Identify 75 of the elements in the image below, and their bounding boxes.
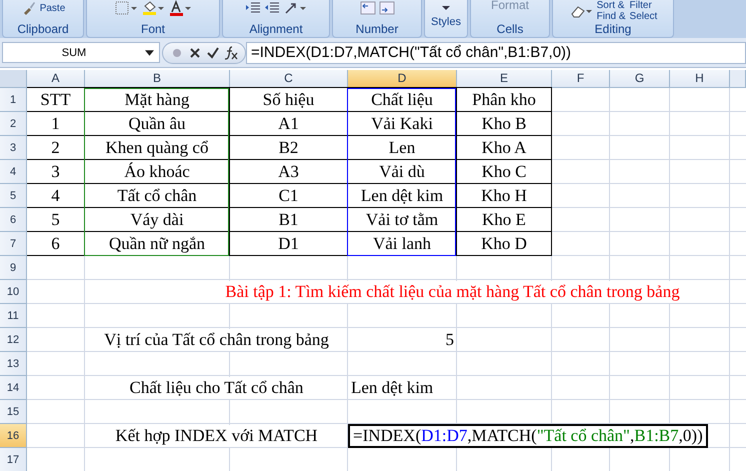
formula-input[interactable]: =INDEX(D1:D7,MATCH("Tất cổ chân",B1:B7,0)) xyxy=(246,42,746,64)
group-label: Number xyxy=(354,22,400,37)
table-cell: Áo khoác xyxy=(85,160,230,184)
caret-icon[interactable] xyxy=(145,50,154,56)
label-cell: Chất liệu cho Tất cổ chân xyxy=(130,377,304,399)
decimal-remove-icon[interactable] xyxy=(378,0,394,16)
row-header[interactable]: 9 xyxy=(0,256,27,280)
column-header[interactable]: F xyxy=(552,70,610,88)
value-cell-text: 5 xyxy=(444,329,455,351)
group-label: Font xyxy=(140,22,166,37)
table-cell: Phân kho xyxy=(457,87,552,112)
table-cell: Kho A xyxy=(457,136,552,160)
column-header[interactable]: H xyxy=(670,70,730,88)
table-cell: Vải tơ tằm xyxy=(348,208,457,232)
row-header[interactable]: 14 xyxy=(0,376,27,400)
table-cell: Kho E xyxy=(457,208,552,232)
column-header[interactable]: B xyxy=(85,70,230,88)
row-header[interactable]: 15 xyxy=(0,400,27,424)
paint-bucket-icon[interactable] xyxy=(141,0,165,16)
table-cell: Kho H xyxy=(457,184,552,208)
table-cell: Kho D xyxy=(457,232,552,256)
borders-icon[interactable] xyxy=(114,0,138,16)
row-header[interactable]: 16 xyxy=(0,424,27,448)
row-header[interactable]: 2 xyxy=(0,112,27,136)
table-cell: Len xyxy=(348,136,457,160)
column-header[interactable]: C xyxy=(230,70,348,88)
checkmark-icon[interactable] xyxy=(205,44,221,60)
column-header[interactable]: E xyxy=(457,70,552,88)
row-header[interactable]: 10 xyxy=(0,280,27,304)
group-label: Cells xyxy=(496,22,524,37)
table-cell: Mặt hàng xyxy=(85,87,230,112)
decimal-add-icon[interactable] xyxy=(360,0,376,16)
table-cell: Tất cổ chân xyxy=(85,184,230,208)
row-header[interactable]: 3 xyxy=(0,136,27,160)
name-box[interactable]: SUM xyxy=(2,42,160,63)
table-cell: Váy dài xyxy=(85,208,230,232)
exercise-title: Bài tập 1: Tìm kiếm chất liệu của mặt hàng Tất cổ chân trong bảng xyxy=(225,281,680,303)
column-header[interactable]: D xyxy=(348,70,457,88)
ribbon-command[interactable]: Sort & xyxy=(596,0,626,11)
row-header[interactable]: 7 xyxy=(0,232,27,256)
column-header[interactable]: A xyxy=(27,70,85,88)
group-label: Alignment xyxy=(248,22,304,37)
header-filler xyxy=(730,70,746,88)
row-header[interactable]: 11 xyxy=(0,304,27,328)
row-header[interactable]: 6 xyxy=(0,208,27,232)
table-cell: Khen quàng cổ xyxy=(85,136,230,160)
row-header[interactable]: 13 xyxy=(0,352,27,376)
ribbon-command[interactable]: Select xyxy=(630,11,658,22)
ribbon-command[interactable]: Filter xyxy=(630,0,658,11)
group-label: Editing xyxy=(594,22,632,37)
ribbon-command[interactable]: Styles xyxy=(431,16,461,28)
table-cell: Len dệt kim xyxy=(348,184,457,208)
group-label: Clipboard xyxy=(16,22,70,37)
table-cell: Quần âu xyxy=(85,112,230,136)
table-cell: Chất liệu xyxy=(348,87,457,112)
row-header[interactable]: 4 xyxy=(0,160,27,184)
label-cell: Vị trí của Tất cổ chân trong bảng xyxy=(104,329,329,351)
ribbon-command[interactable]: Paste xyxy=(40,2,66,14)
row-header[interactable]: 12 xyxy=(0,328,27,352)
table-cell: Số hiệu xyxy=(230,87,348,112)
formula-cell: =INDEX(D1:D7,MATCH("Tất cổ chân",B1:B7,0)) xyxy=(348,424,708,448)
table-cell: Vải dù xyxy=(348,160,457,184)
column-header[interactable]: G xyxy=(610,70,670,88)
table-cell: Kho B xyxy=(457,112,552,136)
function-icon[interactable] xyxy=(223,44,239,60)
row-header[interactable]: 5 xyxy=(0,184,27,208)
ribbon-command[interactable]: Find & xyxy=(596,11,626,22)
table-cell: Kho C xyxy=(457,160,552,184)
table-cell: STT xyxy=(27,87,85,112)
row-header[interactable]: 17 xyxy=(0,448,27,471)
row-header[interactable]: 1 xyxy=(0,88,27,112)
font-color-icon[interactable] xyxy=(168,0,192,16)
table-cell: Vải Kaki xyxy=(348,112,457,136)
label-cell: Kết hợp INDEX với MATCH xyxy=(115,425,318,447)
value-cell-text: Len dệt kim xyxy=(350,377,434,399)
